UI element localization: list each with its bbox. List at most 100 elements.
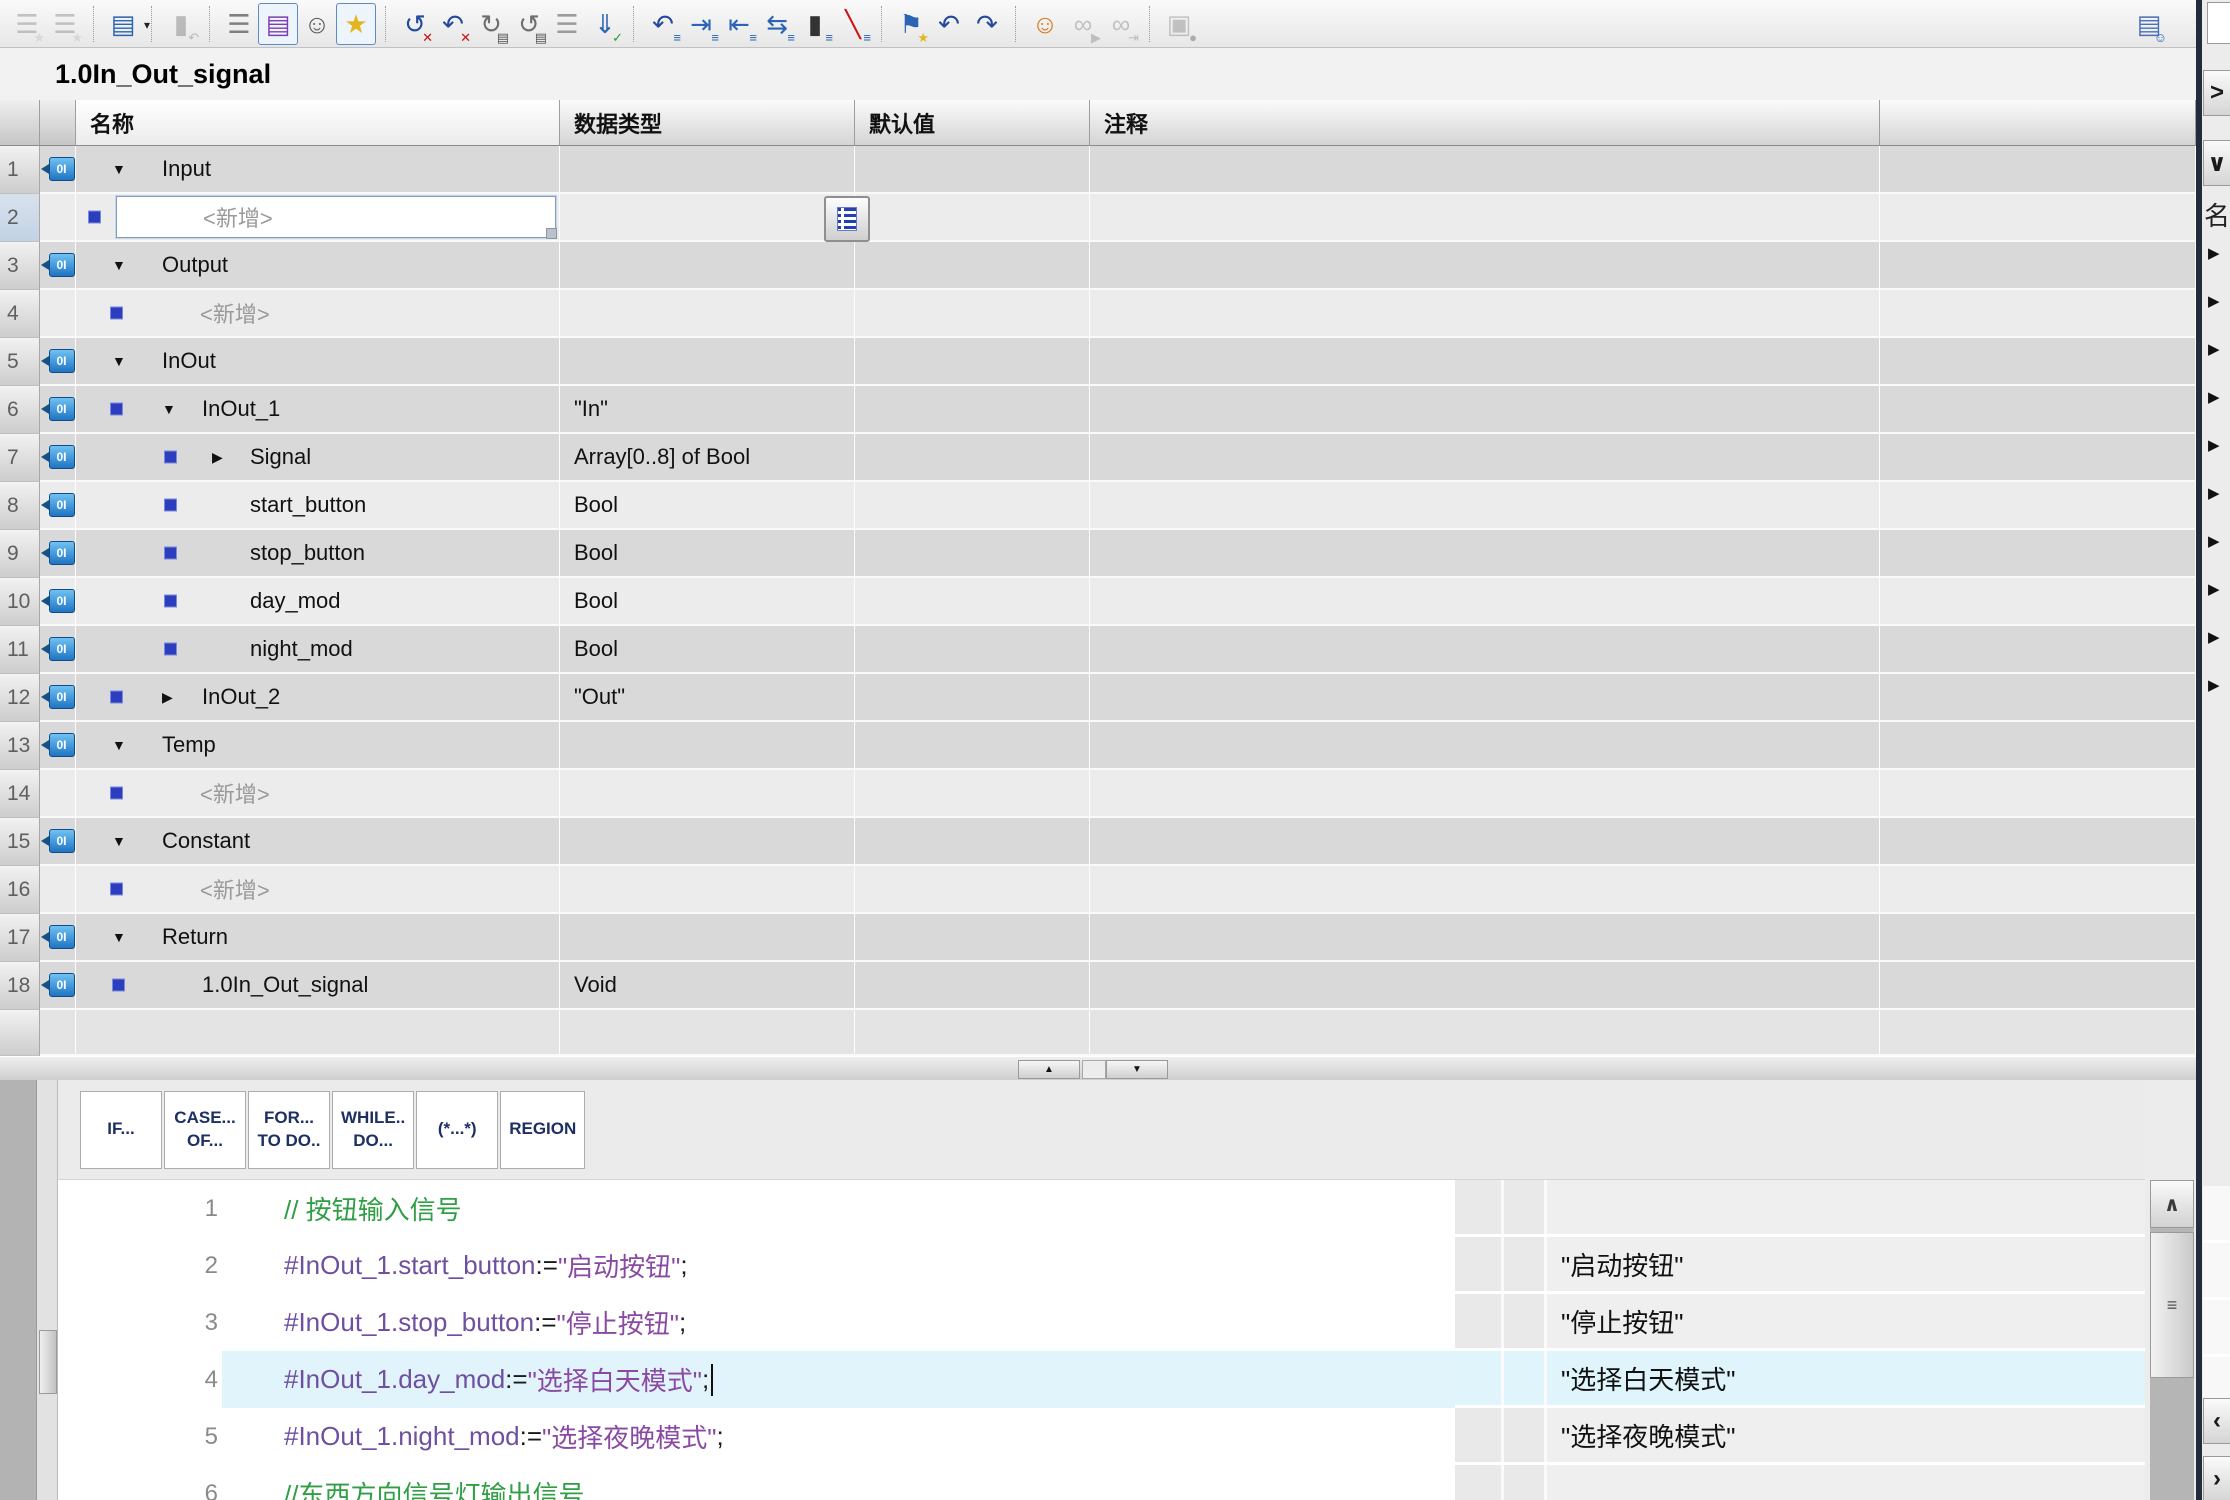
default-value-cell[interactable] bbox=[855, 626, 1090, 674]
editor-side-scrollbar[interactable] bbox=[36, 1080, 58, 1500]
window-layout-icon[interactable]: ▤☺ bbox=[2130, 4, 2168, 44]
strip-collapse-left-button[interactable]: ‹ bbox=[2203, 1398, 2230, 1444]
strip-collapse-right-button[interactable]: › bbox=[2203, 1456, 2230, 1500]
code-line[interactable]: 6//东西方向信号灯输出信号 bbox=[58, 1465, 1455, 1500]
renumber-icon[interactable]: ⇆≡ bbox=[758, 4, 796, 44]
code-area[interactable]: 1// 按钮输入信号2#InOut_1.start_button := "启动按… bbox=[58, 1180, 1455, 1500]
default-value-cell[interactable] bbox=[855, 146, 1090, 194]
data-type-cell[interactable]: Bool bbox=[560, 626, 855, 674]
data-type-cell[interactable] bbox=[560, 338, 855, 386]
expand-down-icon[interactable]: ▼ bbox=[112, 162, 126, 176]
monitor-off-icon[interactable]: ╲≡ bbox=[834, 4, 872, 44]
data-type-cell[interactable]: Array[0..8] of Bool bbox=[560, 434, 855, 482]
insert-row-before-icon[interactable]: ⇤≡ bbox=[720, 4, 758, 44]
comment-cell[interactable] bbox=[1090, 434, 1880, 482]
row-expand-arrow-icon[interactable]: ▶ bbox=[2208, 390, 2220, 405]
variable-name[interactable]: day_mod bbox=[250, 588, 341, 614]
header-default-value[interactable]: 默认值 bbox=[855, 100, 1090, 146]
expand-down-icon[interactable]: ▼ bbox=[112, 738, 126, 752]
discard-all-changes-icon[interactable]: ↶✕ bbox=[434, 4, 472, 44]
code-line[interactable]: 2#InOut_1.start_button := "启动按钮"; bbox=[58, 1237, 1455, 1294]
comment-cell[interactable] bbox=[1090, 722, 1880, 770]
row-expand-arrow-icon[interactable]: ▶ bbox=[2208, 630, 2220, 645]
row-number-cell[interactable]: 6 bbox=[0, 386, 40, 434]
data-type-cell[interactable] bbox=[560, 818, 855, 866]
row-number-cell[interactable]: 3 bbox=[0, 242, 40, 290]
comment-cell[interactable] bbox=[1090, 290, 1880, 338]
name-cell[interactable]: ▼Constant bbox=[76, 818, 560, 866]
name-cell[interactable]: day_mod bbox=[76, 578, 560, 626]
monitor-on-icon[interactable]: ▮≡ bbox=[796, 4, 834, 44]
data-type-cell[interactable] bbox=[560, 290, 855, 338]
default-value-cell[interactable] bbox=[855, 962, 1090, 1010]
row-expand-arrow-icon[interactable]: ▶ bbox=[2208, 678, 2220, 693]
copy-snapshot-icon[interactable]: ↺▤ bbox=[510, 4, 548, 44]
variable-name[interactable]: Input bbox=[162, 156, 211, 182]
horizontal-splitter[interactable]: ▲ ▼ bbox=[0, 1056, 2196, 1082]
scroll-thumb[interactable]: ≡ bbox=[2150, 1232, 2194, 1378]
data-type-cell[interactable]: Bool bbox=[560, 578, 855, 626]
expand-down-icon[interactable]: ▼ bbox=[112, 930, 126, 944]
name-cell[interactable]: <新增> bbox=[76, 194, 560, 242]
name-cell[interactable]: stop_button bbox=[76, 530, 560, 578]
expand-right-icon[interactable]: ▶ bbox=[162, 690, 173, 704]
row-expand-arrow-icon[interactable]: ▶ bbox=[2208, 294, 2220, 309]
variable-name[interactable]: Output bbox=[162, 252, 228, 278]
discard-changes-icon[interactable]: ↺✕ bbox=[396, 4, 434, 44]
data-type-cell[interactable] bbox=[560, 146, 855, 194]
row-number-cell[interactable]: 15 bbox=[0, 818, 40, 866]
code-line[interactable]: 5#InOut_1.night_mod :="选择夜晚模式"; bbox=[58, 1408, 1455, 1465]
default-value-cell[interactable] bbox=[855, 770, 1090, 818]
data-type-cell[interactable] bbox=[560, 914, 855, 962]
code-scrollbar[interactable]: ∧ ≡ bbox=[2150, 1180, 2194, 1500]
variable-name[interactable]: <新增> bbox=[200, 873, 270, 905]
edit-resize-handle[interactable] bbox=[546, 228, 557, 239]
default-value-cell[interactable] bbox=[855, 914, 1090, 962]
row-number-cell[interactable]: 12 bbox=[0, 674, 40, 722]
splitter-grip[interactable] bbox=[1082, 1060, 1106, 1079]
variable-name[interactable]: <新增> bbox=[200, 777, 270, 809]
name-edit-field[interactable]: <新增> bbox=[116, 196, 556, 238]
default-value-cell[interactable] bbox=[855, 290, 1090, 338]
splitter-collapse-up-button[interactable]: ▲ bbox=[1018, 1060, 1080, 1079]
strip-expand-button[interactable]: > bbox=[2203, 70, 2230, 116]
row-expand-arrow-icon[interactable]: ▶ bbox=[2208, 582, 2220, 597]
data-type-cell[interactable] bbox=[560, 242, 855, 290]
default-value-cell[interactable] bbox=[855, 866, 1090, 914]
name-cell[interactable]: night_mod bbox=[76, 626, 560, 674]
data-type-cell[interactable]: Void bbox=[560, 962, 855, 1010]
data-type-cell[interactable] bbox=[560, 194, 855, 242]
row-number-cell[interactable]: 7 bbox=[0, 434, 40, 482]
name-cell[interactable]: ▼InOut_1 bbox=[76, 386, 560, 434]
comment-cell[interactable] bbox=[1090, 530, 1880, 578]
row-expand-arrow-icon[interactable]: ▶ bbox=[2208, 246, 2220, 261]
row-number-cell[interactable]: 11 bbox=[0, 626, 40, 674]
row-number-cell[interactable]: 10 bbox=[0, 578, 40, 626]
bookmark-icon[interactable]: ⚑★ bbox=[892, 4, 930, 44]
data-type-picker-button[interactable] bbox=[824, 196, 870, 242]
header-data-type[interactable]: 数据类型 bbox=[560, 100, 855, 146]
row-expand-arrow-icon[interactable]: ▶ bbox=[2208, 486, 2220, 501]
comment-cell[interactable] bbox=[1090, 482, 1880, 530]
row-number-cell[interactable]: 5 bbox=[0, 338, 40, 386]
variable-name[interactable]: Constant bbox=[162, 828, 250, 854]
name-cell[interactable]: 1.0In_Out_signal bbox=[76, 962, 560, 1010]
data-type-cell[interactable] bbox=[560, 866, 855, 914]
default-value-cell[interactable] bbox=[855, 194, 1090, 242]
expand-right-icon[interactable]: ▶ bbox=[212, 450, 223, 464]
name-cell[interactable]: ▼Output bbox=[76, 242, 560, 290]
name-cell[interactable]: <新增> bbox=[76, 770, 560, 818]
splitter-collapse-down-button[interactable]: ▼ bbox=[1106, 1060, 1168, 1079]
snippet-while-do[interactable]: WHILE..DO... bbox=[332, 1091, 414, 1169]
row-number-cell[interactable]: 17 bbox=[0, 914, 40, 962]
row-expand-arrow-icon[interactable]: ▶ bbox=[2208, 342, 2220, 357]
comment-cell[interactable] bbox=[1090, 674, 1880, 722]
redo-icon[interactable]: ↷ bbox=[968, 4, 1006, 44]
name-cell[interactable]: ▼ Input bbox=[76, 146, 560, 194]
snippet-comment-block[interactable]: (*...*) bbox=[416, 1091, 498, 1169]
default-value-cell[interactable] bbox=[855, 722, 1090, 770]
code-line[interactable]: 4#InOut_1.day_mod := "选择白天模式"; bbox=[58, 1351, 1455, 1408]
scroll-up-button[interactable]: ∧ bbox=[2150, 1180, 2194, 1228]
name-cell[interactable]: ▼InOut bbox=[76, 338, 560, 386]
side-scroll-thumb[interactable] bbox=[39, 1330, 57, 1394]
